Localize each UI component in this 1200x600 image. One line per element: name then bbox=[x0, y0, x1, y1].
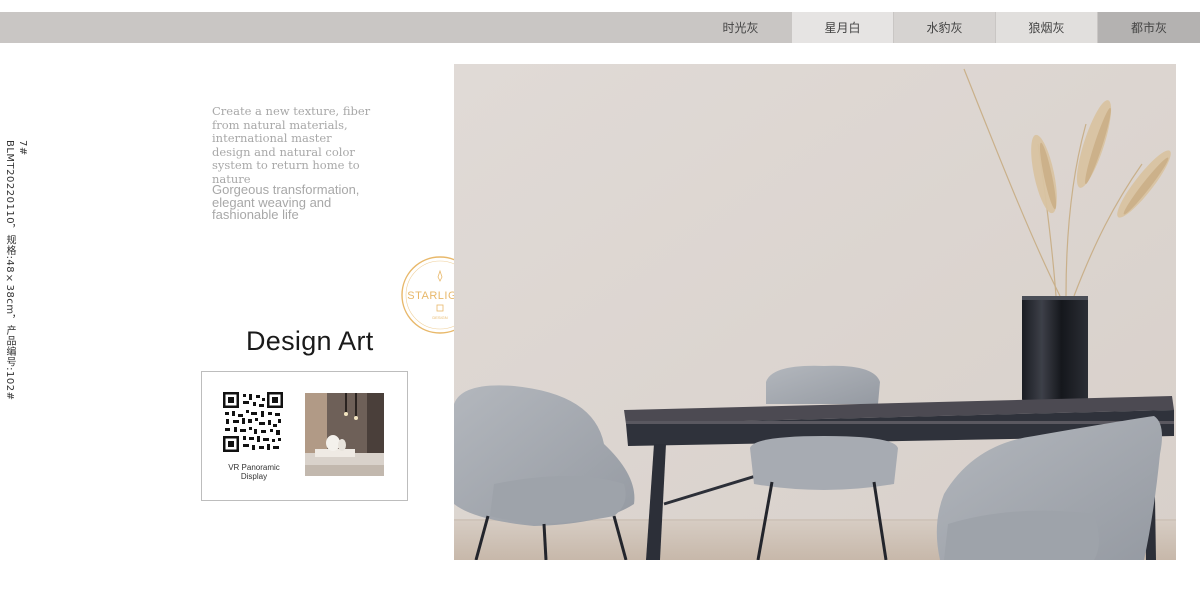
spec-text: BLMT2022011​0，规格:48×38cm，产品编号:102# bbox=[4, 140, 15, 401]
page-number: 7# bbox=[17, 140, 28, 156]
side-spec: 7# BLMT2022011​0，规格:48×38cm，产品编号:102# bbox=[2, 140, 28, 400]
color-tab-bar: 时光灰 星月白 水豹灰 狼烟灰 都市灰 bbox=[0, 12, 1200, 43]
tab-dushi-grey[interactable]: 都市灰 bbox=[1098, 12, 1200, 43]
tab-shiguang-grey[interactable]: 时光灰 bbox=[690, 12, 791, 43]
svg-text:DESIGN: DESIGN bbox=[432, 315, 447, 320]
qr-code-icon[interactable] bbox=[223, 392, 283, 452]
intro-serif-text: Create a new texture, fiber from natural… bbox=[212, 104, 371, 186]
tab-xingyue-white[interactable]: 星月白 bbox=[792, 12, 893, 43]
intro-sans-text: Gorgeous transformation, elegant weaving… bbox=[212, 182, 360, 222]
vr-card: VR Panoramic Display bbox=[201, 371, 408, 501]
tab-langyan-grey[interactable]: 狼烟灰 bbox=[996, 12, 1097, 43]
page-title: Design Art bbox=[246, 326, 374, 356]
dining-room-photo bbox=[454, 64, 1176, 560]
qr-caption: VR Panoramic Display bbox=[228, 463, 280, 481]
vr-thumbnail-image[interactable] bbox=[305, 393, 384, 476]
tab-shuibao-grey[interactable]: 水豹灰 bbox=[894, 12, 995, 43]
